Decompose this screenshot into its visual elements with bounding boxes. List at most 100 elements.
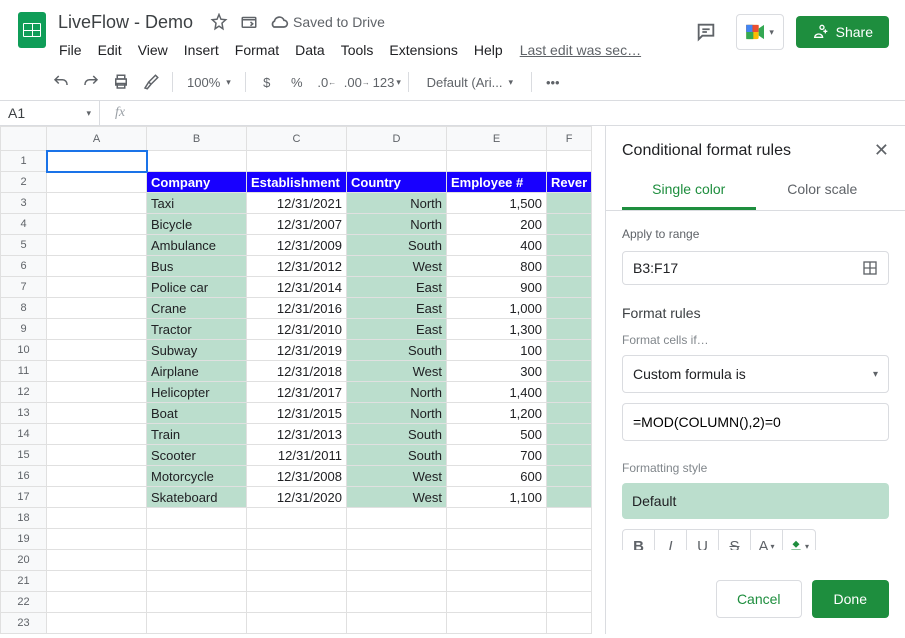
cell[interactable] [447, 508, 547, 529]
cell[interactable]: 12/31/2009 [247, 235, 347, 256]
cell[interactable] [447, 550, 547, 571]
cell[interactable] [547, 550, 592, 571]
cell[interactable]: North [347, 403, 447, 424]
cell[interactable]: South [347, 445, 447, 466]
column-header[interactable]: A [47, 127, 147, 151]
row-header[interactable]: 12 [1, 382, 47, 403]
cell[interactable] [547, 319, 592, 340]
cell[interactable] [247, 613, 347, 634]
cell[interactable] [547, 361, 592, 382]
cell[interactable] [347, 529, 447, 550]
cell[interactable] [47, 613, 147, 634]
row-header[interactable]: 16 [1, 466, 47, 487]
fill-color-button[interactable]: ▾ [783, 530, 815, 550]
formula-bar-input[interactable] [140, 109, 905, 117]
tab-single-color[interactable]: Single color [622, 171, 756, 210]
cell[interactable]: Motorcycle [147, 466, 247, 487]
cell[interactable]: North [347, 193, 447, 214]
cell[interactable]: 100 [447, 340, 547, 361]
cell[interactable]: West [347, 487, 447, 508]
cell[interactable]: 1,400 [447, 382, 547, 403]
undo-icon[interactable] [46, 68, 76, 96]
cell[interactable] [547, 592, 592, 613]
cell[interactable] [547, 151, 592, 172]
cell[interactable]: Police car [147, 277, 247, 298]
decrease-decimal-icon[interactable]: .0← [312, 68, 342, 96]
cell[interactable] [47, 319, 147, 340]
cell[interactable] [47, 529, 147, 550]
cell[interactable]: 12/31/2013 [247, 424, 347, 445]
cell[interactable]: 12/31/2007 [247, 214, 347, 235]
percent-icon[interactable]: % [282, 68, 312, 96]
cell[interactable]: Subway [147, 340, 247, 361]
cell[interactable]: 12/31/2017 [247, 382, 347, 403]
cell[interactable]: 300 [447, 361, 547, 382]
cell[interactable] [47, 592, 147, 613]
column-header[interactable]: E [447, 127, 547, 151]
cell[interactable]: East [347, 319, 447, 340]
rule-type-dropdown[interactable]: Custom formula is ▾ [622, 355, 889, 393]
cell[interactable]: 12/31/2021 [247, 193, 347, 214]
row-header[interactable]: 6 [1, 256, 47, 277]
cell[interactable] [47, 151, 147, 172]
last-edit-link[interactable]: Last edit was sec… [512, 42, 641, 58]
row-header[interactable]: 15 [1, 445, 47, 466]
cell[interactable] [447, 571, 547, 592]
cell[interactable] [47, 424, 147, 445]
cell[interactable]: Scooter [147, 445, 247, 466]
tab-color-scale[interactable]: Color scale [756, 171, 890, 210]
cell[interactable]: 12/31/2008 [247, 466, 347, 487]
cell[interactable] [347, 613, 447, 634]
name-box[interactable]: A1▾ [0, 101, 100, 125]
cell[interactable]: 12/31/2020 [247, 487, 347, 508]
cell[interactable]: 1,000 [447, 298, 547, 319]
cell[interactable]: 12/31/2012 [247, 256, 347, 277]
cell[interactable] [247, 529, 347, 550]
row-header[interactable]: 21 [1, 571, 47, 592]
cell[interactable] [47, 466, 147, 487]
cell[interactable]: 12/31/2011 [247, 445, 347, 466]
column-header[interactable]: C [247, 127, 347, 151]
cell[interactable] [447, 592, 547, 613]
cell[interactable]: Bicycle [147, 214, 247, 235]
cell[interactable] [47, 508, 147, 529]
formula-input[interactable] [622, 403, 889, 441]
cell[interactable]: West [347, 256, 447, 277]
cell[interactable] [547, 529, 592, 550]
cell[interactable]: East [347, 277, 447, 298]
cell[interactable] [547, 613, 592, 634]
cell[interactable]: 500 [447, 424, 547, 445]
cell[interactable] [447, 529, 547, 550]
cell[interactable] [147, 550, 247, 571]
menu-edit[interactable]: Edit [91, 38, 129, 62]
cell[interactable] [547, 445, 592, 466]
cell[interactable] [547, 214, 592, 235]
font-dropdown[interactable]: Default (Ari... [415, 68, 525, 96]
increase-decimal-icon[interactable]: .00→ [342, 68, 372, 96]
cell[interactable] [547, 235, 592, 256]
cell[interactable] [147, 613, 247, 634]
cell[interactable] [147, 571, 247, 592]
cell[interactable] [447, 613, 547, 634]
cell[interactable]: Helicopter [147, 382, 247, 403]
cell[interactable] [247, 508, 347, 529]
cell[interactable]: South [347, 340, 447, 361]
cell[interactable] [47, 277, 147, 298]
cell[interactable]: 12/31/2016 [247, 298, 347, 319]
cell[interactable] [47, 298, 147, 319]
row-header[interactable]: 10 [1, 340, 47, 361]
cell[interactable]: Crane [147, 298, 247, 319]
cell[interactable]: 400 [447, 235, 547, 256]
cell[interactable]: 1,100 [447, 487, 547, 508]
menu-format[interactable]: Format [228, 38, 286, 62]
share-button[interactable]: Share [796, 16, 889, 48]
cell[interactable]: Airplane [147, 361, 247, 382]
row-header[interactable]: 19 [1, 529, 47, 550]
cell[interactable] [547, 508, 592, 529]
cell[interactable] [47, 550, 147, 571]
header-cell[interactable]: Employee # [447, 172, 547, 193]
cell[interactable] [347, 592, 447, 613]
grid-select-icon[interactable] [862, 260, 878, 276]
row-header[interactable]: 22 [1, 592, 47, 613]
cell[interactable]: 200 [447, 214, 547, 235]
